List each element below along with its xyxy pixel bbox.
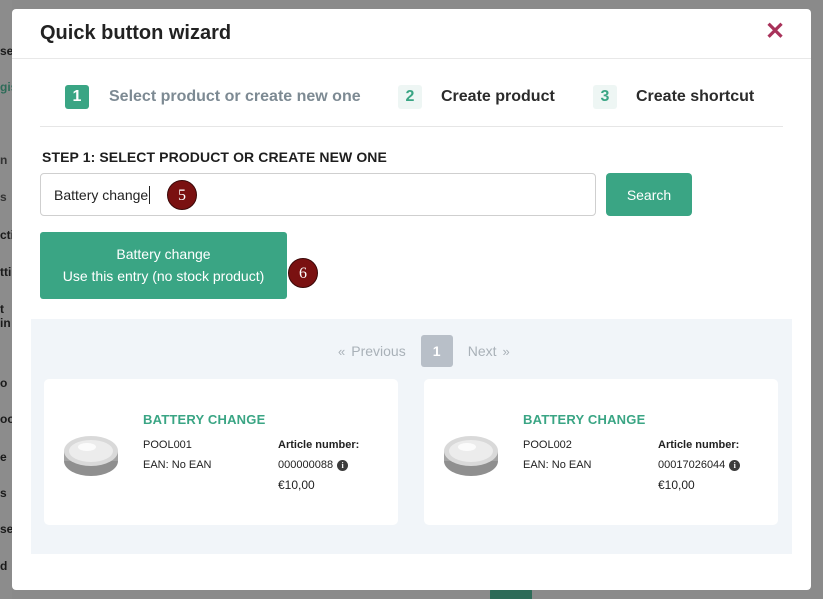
step-2[interactable]: 2 Create product [398,85,555,109]
background-text-fragment: o [0,376,8,390]
step-number: 1 [65,85,89,109]
step-label: Create shortcut [636,88,755,105]
coin-battery-icon [444,436,498,476]
product-card[interactable]: BATTERY CHANGE POOL001 EAN: No EAN Artic… [44,379,398,525]
step-1[interactable]: 1 Select product or create new one [65,85,361,109]
article-number-value: 000000088 [278,459,334,471]
entry-button-title: Battery change [116,246,211,262]
next-label: Next [467,343,497,359]
background-text-fragment: d [0,559,8,573]
wizard-steps: 1 Select product or create new one 2 Cre… [40,69,783,127]
previous-page-link[interactable]: « Previous [338,343,406,359]
background-text-fragment: t in [0,302,11,330]
product-card[interactable]: BATTERY CHANGE POOL002 EAN: No EAN Artic… [424,379,778,525]
product-title: BATTERY CHANGE [523,412,646,427]
pagination: « Previous 1 Next » [338,335,510,367]
product-price: €10,00 [278,478,315,492]
text-caret [149,186,150,204]
modal-header: Quick button wizard ✕ [12,9,811,59]
coin-battery-icon [64,436,118,476]
search-button[interactable]: Search [606,173,692,216]
chevron-left-icon: « [338,343,346,359]
product-code: POOL001 [143,439,192,451]
background-text-fragment: s [0,486,7,500]
step-label: Create product [441,88,555,105]
article-number: 00017026044 i [658,459,741,471]
step-label: Select product or create new one [109,88,361,105]
article-number-label: Article number: [278,439,360,451]
background-sidebar: se gis n s ctio ttin t in o oo e s se d [0,0,21,599]
step-heading: STEP 1: SELECT PRODUCT OR CREATE NEW ONE [42,149,387,165]
background-text-fragment: n [0,153,8,167]
ean-value: No EAN [171,459,212,471]
current-page-button[interactable]: 1 [420,335,453,367]
info-icon[interactable]: i [337,459,349,471]
ean-label: EAN [143,459,166,471]
background-text-fragment: e [0,450,7,464]
ean-value: No EAN [551,459,592,471]
product-ean: EAN: No EAN [143,459,212,471]
modal-title: Quick button wizard [40,22,232,44]
step-marker-badge: 5 [167,180,197,210]
chevron-right-icon: » [502,343,510,359]
close-icon[interactable]: ✕ [764,20,786,44]
product-code: POOL002 [523,439,572,451]
step-marker-badge: 6 [288,258,318,288]
next-page-link[interactable]: Next » [468,343,510,359]
background-text-fragment: s [0,190,7,204]
article-number: 000000088 i [278,459,349,471]
product-title: BATTERY CHANGE [143,412,266,427]
step-number: 3 [593,85,617,109]
article-number-value: 00017026044 [658,459,726,471]
product-price: €10,00 [658,478,695,492]
step-3[interactable]: 3 Create shortcut [593,85,754,109]
product-search-input[interactable] [40,173,596,216]
product-ean: EAN: No EAN [523,459,592,471]
ean-label: EAN [523,459,546,471]
info-icon[interactable]: i [729,459,741,471]
step-number: 2 [398,85,422,109]
previous-label: Previous [351,343,406,359]
quick-button-wizard-modal: Quick button wizard ✕ 1 Select product o… [12,9,811,590]
article-number-label: Article number: [658,439,740,451]
results-panel: « Previous 1 Next » BATTERY CHANGE POOL0… [31,319,792,554]
use-entry-button[interactable]: Battery change Use this entry (no stock … [40,232,287,299]
entry-button-subtitle: Use this entry (no stock product) [62,268,265,284]
